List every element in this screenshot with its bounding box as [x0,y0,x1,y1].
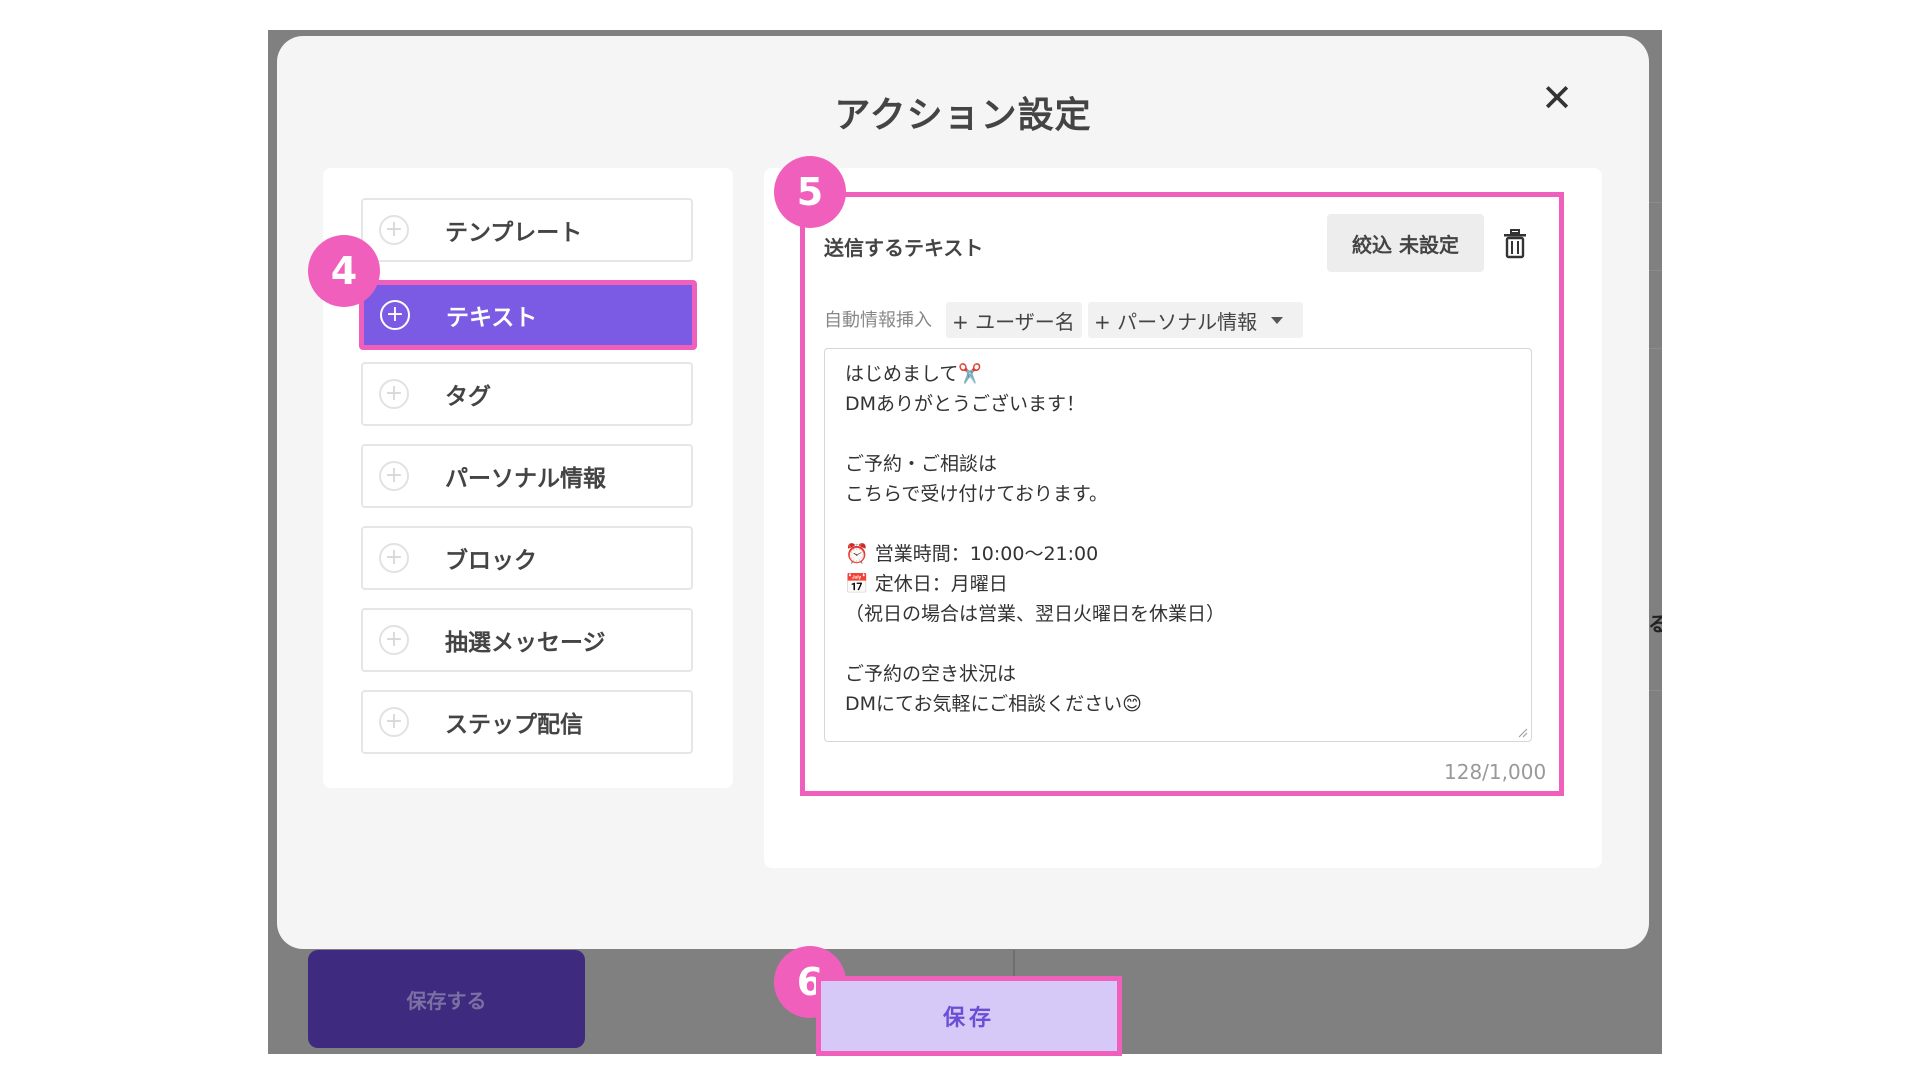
plus-circle-icon: + [379,461,409,491]
chevron-down-icon [1271,316,1284,324]
trash-icon[interactable] [1500,228,1530,260]
resize-handle-icon[interactable] [1518,728,1528,738]
menu-item-lottery-message[interactable]: + 抽選メッセージ [361,608,693,672]
background-save-button: 保存する [308,950,585,1048]
insert-username-label: + ユーザー名 [952,309,1075,334]
menu-item-personal-info[interactable]: + パーソナル情報 [361,444,693,508]
message-line [845,629,1511,659]
message-line: ⏰ 営業時間：10:00〜21:00 [845,543,1099,565]
menu-item-text[interactable]: + テキスト [359,280,697,350]
message-line [845,509,1511,539]
menu-item-tag[interactable]: + タグ [361,362,693,426]
modal-title: アクション設定 [834,95,1092,136]
action-type-menu: + テンプレート + テキスト + タグ + パーソナル情報 + ブロック + … [323,168,733,788]
background-overlay: る 保存する アクション設定 ✕ + テンプレート + テキスト + タグ + … [268,30,1662,1054]
auto-insert-label: 自動情報挿入 [824,310,932,331]
message-line: ご予約の空き状況は [845,663,1017,685]
step-badge-5: 5 [774,156,846,228]
menu-item-label: テンプレート [445,220,583,246]
message-line [845,419,1511,449]
plus-circle-icon: + [379,625,409,655]
section-title: 送信するテキスト [824,236,984,260]
filter-button[interactable]: 絞込 未設定 [1327,214,1484,272]
close-icon[interactable]: ✕ [1535,76,1579,120]
menu-item-label: テキスト [446,305,538,331]
message-line: DMにてお気軽にご相談ください😊 [845,693,1142,715]
menu-item-label: ブロック [445,548,537,574]
menu-item-block[interactable]: + ブロック [361,526,693,590]
character-counter: 128/1,000 [1444,760,1547,784]
plus-circle-icon: + [379,379,409,409]
menu-item-label: 抽選メッセージ [445,630,606,656]
insert-personal-info-dropdown[interactable]: + パーソナル情報 [1088,302,1303,338]
menu-item-step-delivery[interactable]: + ステップ配信 [361,690,693,754]
insert-personal-info-label: + パーソナル情報 [1094,309,1258,334]
message-line: 📅 定休日：月曜日 [845,573,1008,595]
plus-circle-icon: + [379,543,409,573]
message-textarea[interactable]: はじめまして✂️ DMありがとうございます！ ご予約・ご相談は こちらで受け付け… [824,348,1532,742]
menu-item-label: パーソナル情報 [445,466,606,492]
insert-username-button[interactable]: + ユーザー名 [946,302,1082,338]
message-line: DMありがとうございます！ [845,393,1086,415]
message-line: ご予約・ご相談は [845,453,998,475]
plus-circle-icon: + [379,215,409,245]
save-button[interactable]: 保存 [816,976,1122,1056]
message-line: はじめまして✂️ [845,363,983,385]
menu-item-label: ステップ配信 [445,712,583,738]
text-editor-panel: 送信するテキスト 絞込 未設定 自動情報挿入 + ユーザー名 + パーソナル情報… [764,168,1602,868]
background-edge-text: る [1648,612,1662,636]
message-line: （祝日の場合は営業、翌日火曜日を休業日） [845,603,1226,625]
step-badge-4: 4 [308,235,380,307]
plus-circle-icon: + [379,707,409,737]
menu-item-template[interactable]: + テンプレート [361,198,693,262]
menu-item-label: タグ [445,384,491,410]
message-line: こちらで受け付けております。 [845,483,1108,505]
plus-circle-icon: + [380,300,410,330]
action-settings-modal: アクション設定 ✕ + テンプレート + テキスト + タグ + パーソナル情報… [277,36,1649,949]
